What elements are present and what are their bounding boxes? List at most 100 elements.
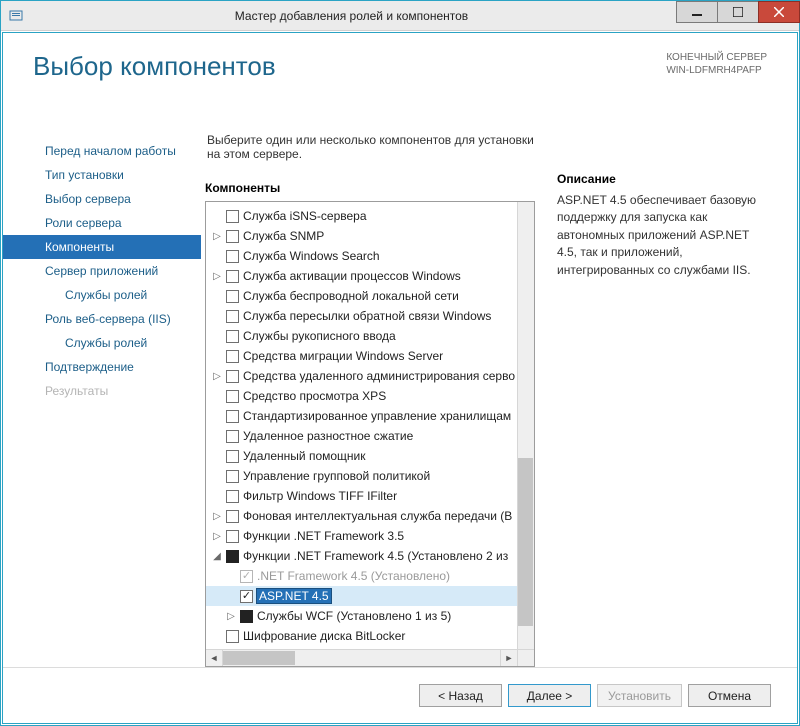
nav-item[interactable]: Роли сервера [3,211,201,235]
tree-item-label[interactable]: Фоновая интеллектуальная служба передачи… [243,509,512,523]
tree-row[interactable]: ▷ Служба SNMP [206,226,534,246]
expand-icon[interactable]: ▷ [224,611,238,622]
tree-item-label[interactable]: Служба Windows Search [243,249,380,263]
hscroll-left-button[interactable]: ◄ [206,650,223,666]
nav-item[interactable]: Тип установки [3,163,201,187]
nav-item[interactable]: Службы ролей [3,283,201,307]
checkbox[interactable] [226,550,239,563]
tree-item-label[interactable]: Служба SNMP [243,229,324,243]
horizontal-scrollbar[interactable]: ◄ ► [206,649,534,666]
tree-row[interactable]: Служба беспроводной локальной сети [206,286,534,306]
expand-icon[interactable]: ▷ [210,511,224,522]
tree-row[interactable]: ▷ Фоновая интеллектуальная служба передач… [206,506,534,526]
tree-item-label[interactable]: Средства миграции Windows Server [243,349,443,363]
checkbox[interactable] [226,250,239,263]
back-button[interactable]: < Назад [419,684,502,707]
checkbox[interactable] [226,210,239,223]
maximize-button[interactable] [717,1,759,23]
nav-item[interactable]: Подтверждение [3,355,201,379]
checkbox[interactable] [226,430,239,443]
expand-icon[interactable]: ▷ [210,271,224,282]
next-button[interactable]: Далее > [508,684,591,707]
close-button[interactable] [758,1,800,23]
checkbox[interactable] [226,510,239,523]
tree-row[interactable]: Управление групповой политикой [206,466,534,486]
tree-row[interactable]: Фильтр Windows TIFF IFilter [206,486,534,506]
main-panel: Выберите один или несколько компонентов … [201,133,797,667]
tree-row[interactable]: Стандартизированное управление хранилища… [206,406,534,426]
vertical-scroll-thumb[interactable] [518,458,533,626]
checkbox[interactable] [226,310,239,323]
window-title: Мастер добавления ролей и компонентов [27,9,676,23]
tree-item-label[interactable]: Удаленное разностное сжатие [243,429,413,443]
checkbox[interactable] [226,630,239,643]
tree-item-label[interactable]: Функции .NET Framework 3.5 [243,529,404,543]
tree-row[interactable]: Средство просмотра XPS [206,386,534,406]
expand-icon[interactable]: ▷ [210,371,224,382]
checkbox[interactable] [226,490,239,503]
tree-item-label[interactable]: Службы рукописного ввода [243,329,396,343]
checkbox[interactable] [226,370,239,383]
nav-item[interactable]: Службы ролей [3,331,201,355]
tree-row[interactable]: ▷ Службы WCF (Установлено 1 из 5) [206,606,534,626]
collapse-icon[interactable]: ◢ [210,551,224,562]
tree-row[interactable]: Удаленный помощник [206,446,534,466]
tree-item-label[interactable]: Управление групповой политикой [243,469,430,483]
tree-row[interactable]: .NET Framework 4.5 (Установлено) [206,566,534,586]
cancel-button[interactable]: Отмена [688,684,771,707]
tree-item-label[interactable]: Службы WCF (Установлено 1 из 5) [257,609,451,623]
checkbox[interactable] [226,390,239,403]
checkbox[interactable] [226,330,239,343]
checkbox[interactable] [226,410,239,423]
nav-item[interactable]: Сервер приложений [3,259,201,283]
tree-row[interactable]: ▷ Служба активации процессов Windows [206,266,534,286]
tree-row[interactable]: Удаленное разностное сжатие [206,426,534,446]
checkbox[interactable] [226,290,239,303]
tree-item-label[interactable]: Средства удаленного администрирования се… [243,369,515,383]
vertical-scrollbar[interactable] [517,202,534,649]
tree-item-label[interactable]: .NET Framework 4.5 (Установлено) [257,569,450,583]
tree-item-label[interactable]: Стандартизированное управление хранилища… [243,409,511,423]
description-column: Описание ASP.NET 4.5 обеспечивает базову… [535,133,771,667]
checkbox[interactable] [226,230,239,243]
tree-item-label[interactable]: Шифрование диска BitLocker [243,629,405,643]
tree-row[interactable]: ASP.NET 4.5 [206,586,534,606]
tree-item-label[interactable]: Средство просмотра XPS [243,389,386,403]
checkbox[interactable] [226,470,239,483]
tree-row[interactable]: ▷ Средства удаленного администрирования с… [206,366,534,386]
nav-item[interactable]: Выбор сервера [3,187,201,211]
scroll-corner [517,650,534,666]
checkbox[interactable] [226,350,239,363]
tree-row[interactable]: Службы рукописного ввода [206,326,534,346]
checkbox[interactable] [226,530,239,543]
components-tree[interactable]: Служба iSNS-сервера ▷ Служба SNMP Служба Wi… [206,202,534,649]
hscroll-right-button[interactable]: ► [500,650,517,666]
checkbox[interactable] [240,610,253,623]
tree-row[interactable]: Шифрование диска BitLocker [206,626,534,646]
tree-item-label[interactable]: Функции .NET Framework 4.5 (Установлено … [243,549,508,563]
nav-item[interactable]: Перед началом работы [3,139,201,163]
tree-row[interactable]: ▷ Функции .NET Framework 3.5 [206,526,534,546]
tree-row[interactable]: Служба пересылки обратной связи Windows [206,306,534,326]
nav-item[interactable]: Роль веб-сервера (IIS) [3,307,201,331]
tree-row[interactable]: Служба iSNS-сервера [206,206,534,226]
tree-item-label[interactable]: Служба беспроводной локальной сети [243,289,459,303]
checkbox[interactable] [226,450,239,463]
minimize-button[interactable] [676,1,718,23]
horizontal-scroll-thumb[interactable] [223,651,295,665]
checkbox[interactable] [240,590,253,603]
tree-item-label[interactable]: Удаленный помощник [243,449,366,463]
tree-item-label[interactable]: Служба активации процессов Windows [243,269,461,283]
tree-item-label[interactable]: ASP.NET 4.5 [257,589,331,603]
expand-icon[interactable]: ▷ [210,531,224,542]
nav-item[interactable]: Компоненты [3,235,201,259]
expand-icon[interactable]: ▷ [210,231,224,242]
checkbox[interactable] [226,270,239,283]
tree-row[interactable]: Служба Windows Search [206,246,534,266]
tree-item-label[interactable]: Служба iSNS-сервера [243,209,367,223]
tree-item-label[interactable]: Фильтр Windows TIFF IFilter [243,489,397,503]
tree-row[interactable]: ◢ Функции .NET Framework 4.5 (Установлено… [206,546,534,566]
tree-item-label[interactable]: Служба пересылки обратной связи Windows [243,309,491,323]
tree-row[interactable]: Средства миграции Windows Server [206,346,534,366]
app-icon [7,6,27,26]
